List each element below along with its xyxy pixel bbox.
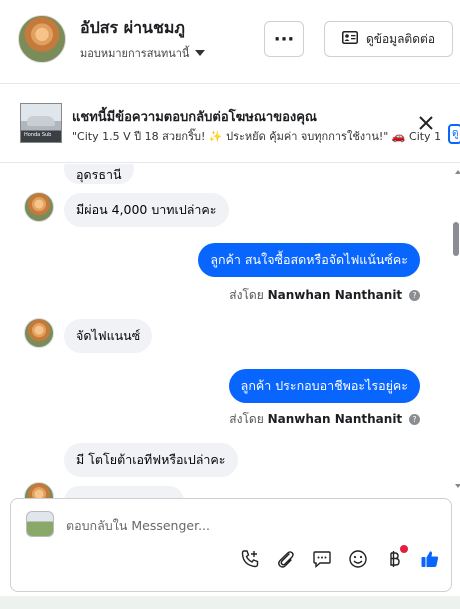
- scroll-down-arrow-icon[interactable]: [455, 484, 460, 488]
- view-ad-button[interactable]: ดู: [448, 124, 460, 144]
- message-text: ลูกค้า สนใจซื้อสดหรือจัดไฟแน้นซ์คะ: [210, 252, 408, 267]
- saved-replies-button[interactable]: [310, 547, 334, 571]
- ad-thumbnail-caption: Honda Sub: [24, 132, 52, 138]
- more-options-button[interactable]: ···: [264, 21, 304, 57]
- incoming-message-partial[interactable]: [64, 486, 184, 498]
- sent-by-label: ส่งโดย Nanwhan Nanthanit ?: [229, 286, 420, 305]
- assign-conversation-label: มอบหมายการสนทนานี้: [80, 47, 190, 60]
- outgoing-message[interactable]: ลูกค้า ประกอบอาชีพอะไรอยู่คะ: [228, 369, 420, 403]
- message-list[interactable]: อุดรธานี มีผ่อน 4,000 บาทเปล่าคะ ลูกค้า …: [0, 164, 460, 498]
- sender-avatar: [24, 318, 54, 348]
- sent-by-label: ส่งโดย Nanwhan Nanthanit ?: [229, 410, 420, 429]
- message-text: มี โตโยต้าเอทีฟหรือเปล่าคะ: [76, 452, 226, 467]
- sent-by-prefix: ส่งโดย: [229, 412, 264, 426]
- message-text: จัดไฟแนนซ์: [76, 328, 141, 343]
- help-icon[interactable]: ?: [409, 290, 420, 301]
- caret-down-icon: [195, 47, 206, 60]
- message-text: มีผ่อน 4,000 บาทเปล่าคะ: [76, 202, 217, 217]
- saved-replies-icon: [313, 551, 331, 569]
- send-like-button[interactable]: [418, 547, 442, 571]
- incoming-message[interactable]: จัดไฟแนนซ์: [64, 319, 153, 353]
- incoming-message[interactable]: มีผ่อน 4,000 บาทเปล่าคะ: [64, 193, 229, 227]
- call-icon: [241, 550, 259, 568]
- contact-card-icon: [341, 31, 358, 47]
- view-ad-label: ดู: [452, 128, 459, 139]
- scroll-thumb[interactable]: [453, 222, 459, 256]
- page-avatar: [26, 511, 54, 537]
- emoji-button[interactable]: [346, 547, 370, 571]
- incoming-message[interactable]: อุดรธานี: [64, 164, 134, 184]
- contact-avatar[interactable]: [18, 15, 66, 63]
- sender-avatar: [24, 482, 54, 498]
- conversation-panel: อัปสร ผ่านชมภู มอบหมายการสนทนานี้ ··· ดู…: [0, 0, 460, 596]
- attach-file-button[interactable]: [274, 547, 298, 571]
- attachment-icon: [278, 551, 294, 568]
- incoming-message[interactable]: มี โตโยต้าเอทีฟหรือเปล่าคะ: [64, 443, 238, 477]
- notification-dot: [400, 545, 408, 553]
- page-background-strip: [0, 596, 460, 609]
- sender-avatar: [24, 192, 54, 222]
- close-icon: [419, 116, 433, 130]
- ad-banner-text: "City 1.5 V ปี 18 สวยกริ๊บ! ✨ ประหยัด คุ…: [72, 130, 442, 143]
- message-text: ลูกค้า ประกอบอาชีพอะไรอยู่คะ: [240, 378, 408, 393]
- sent-by-name: Nanwhan Nanthanit: [267, 288, 403, 302]
- like-icon: [421, 551, 439, 567]
- more-icon: ···: [273, 28, 295, 50]
- sent-by-name: Nanwhan Nanthanit: [267, 412, 403, 426]
- sent-by-prefix: ส่งโดย: [229, 288, 264, 302]
- scroll-up-arrow-icon[interactable]: [455, 170, 460, 174]
- call-button[interactable]: [238, 547, 262, 571]
- message-composer: [10, 498, 452, 592]
- message-scrollbar[interactable]: [452, 164, 460, 498]
- contact-name[interactable]: อัปสร ผ่านชมภู: [80, 16, 185, 41]
- ad-thumbnail[interactable]: Honda Sub: [20, 103, 62, 143]
- view-contact-info-label: ดูข้อมูลติดต่อ: [365, 31, 436, 46]
- reply-input[interactable]: [66, 515, 426, 535]
- ad-banner-title: แชทนี้มีข้อความตอบกลับต่อโฆษณาของคุณ: [72, 110, 317, 125]
- help-icon[interactable]: ?: [409, 414, 420, 425]
- outgoing-message[interactable]: ลูกค้า สนใจซื้อสดหรือจัดไฟแน้นซ์คะ: [198, 243, 420, 277]
- message-text: อุดรธานี: [76, 167, 122, 182]
- assign-conversation-dropdown[interactable]: มอบหมายการสนทนานี้: [80, 44, 206, 62]
- close-banner-button[interactable]: [418, 112, 434, 136]
- emoji-icon: [349, 550, 367, 568]
- view-contact-info-button[interactable]: ดูข้อมูลติดต่อ: [324, 21, 453, 57]
